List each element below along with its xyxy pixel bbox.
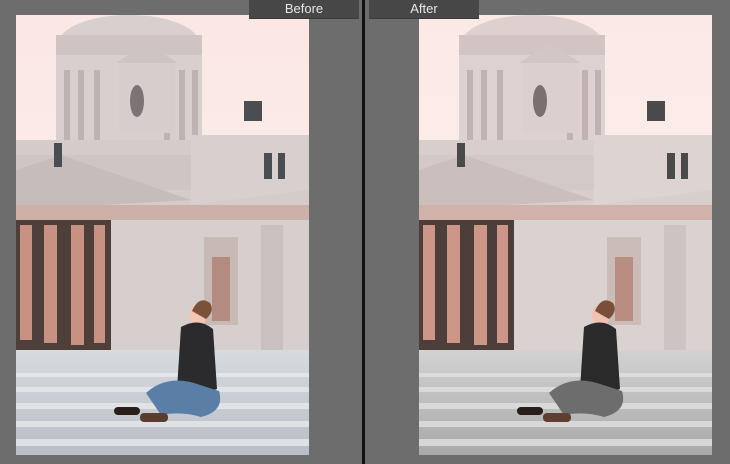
after-photo [419,15,712,455]
before-label: Before [249,0,359,18]
before-pane [0,0,362,464]
after-label: After [369,0,479,18]
before-photo [16,15,309,455]
